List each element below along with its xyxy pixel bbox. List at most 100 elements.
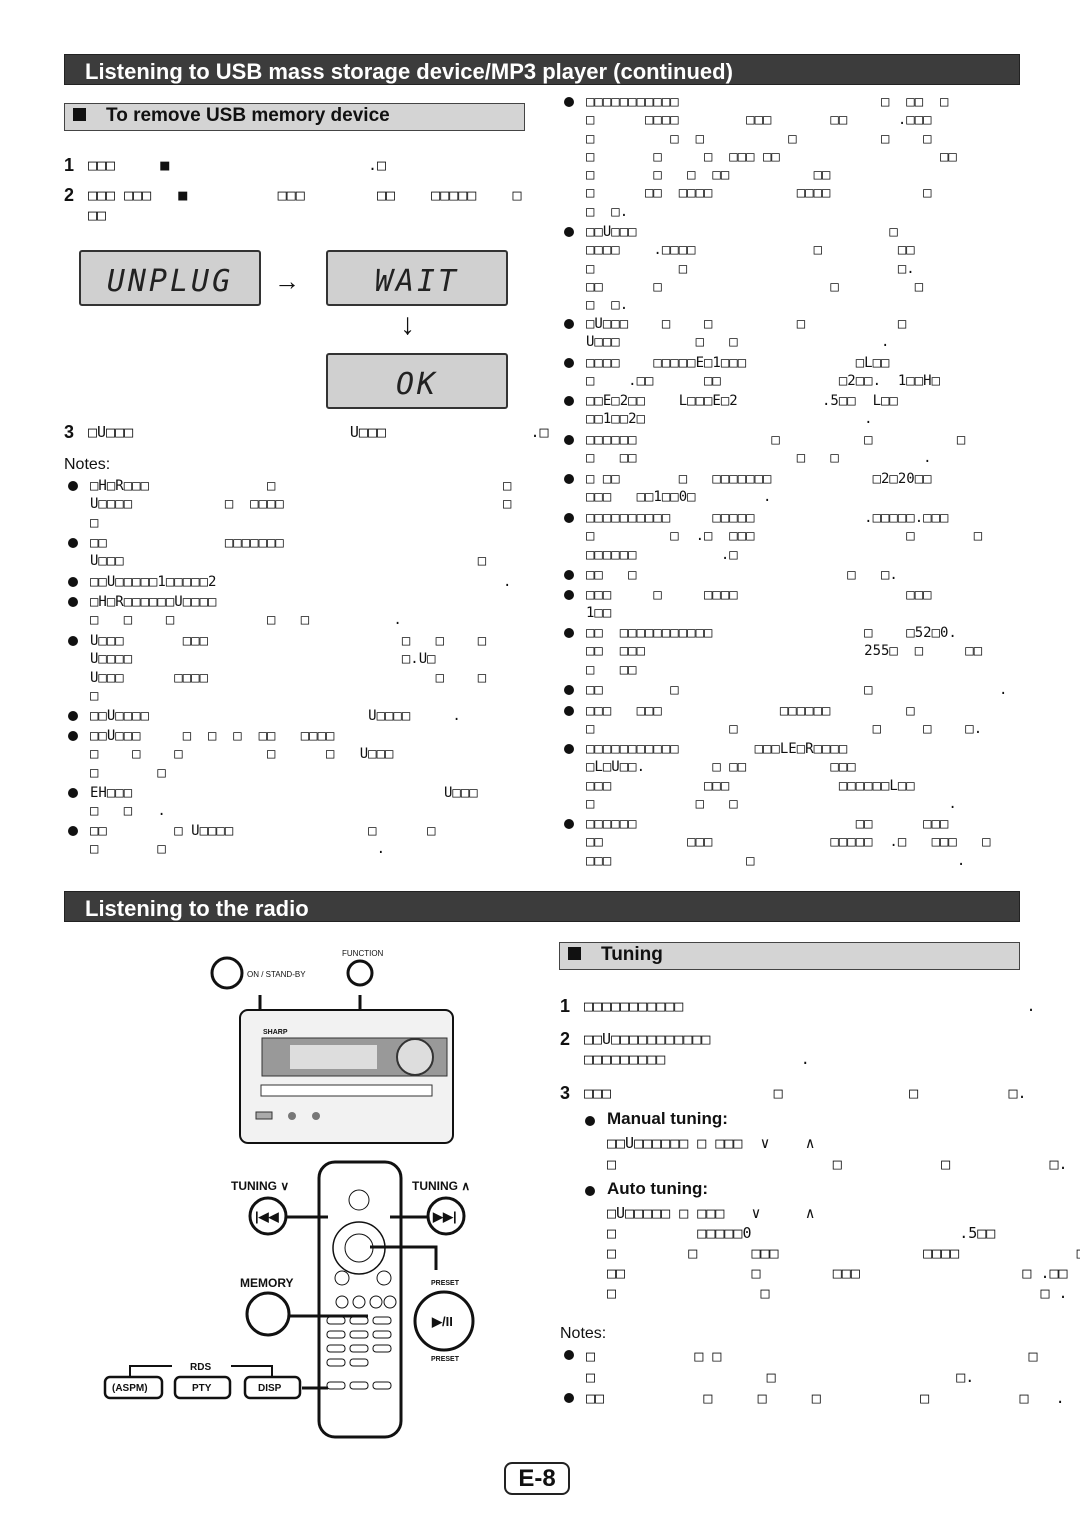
- bullet-icon: [564, 319, 574, 329]
- note-bullet: □□ □□□□□□□□□□□ □ □52□0. □□ □□□ 255□ □ □□ □…: [564, 624, 983, 679]
- manual-tuning-text: □□U□□□□□□ □ □□□ ∨ ∧ □ □ □ □.: [585, 1116, 1068, 1174]
- note-line: □ □ .: [90, 841, 386, 858]
- bullet-icon: [564, 590, 574, 600]
- arrow-down-icon: ↓: [400, 308, 415, 341]
- remote-illustration: [317, 1160, 403, 1439]
- memory-button-illustration: [245, 1291, 291, 1337]
- note-line: □ .□□ □□ □2□□. 1□□H□: [586, 373, 941, 390]
- note-bullet: □□ □□□□□□□ U□□□ □: [68, 534, 487, 571]
- note-line: □ □ □ .: [586, 795, 957, 812]
- radio-notes-label: Notes:: [560, 1325, 607, 1342]
- note-bullet: □□□□□□□□□□□ □ □□ □ □ □□□□ □□□ □□ .□□□ □ □ …: [564, 93, 957, 221]
- note-bullet: □□□□□□ □□ □□□ □□ □□□ □□□□□ .□ □□□ □ □□□ □ …: [564, 815, 991, 870]
- note-bullet: □□U□□□□□1□□□□□2 .: [68, 573, 512, 591]
- note-bullet: U□□□ □□□ □ □ □ U□□□□ □.U□ U□□□ □□□□ □ □ □: [68, 632, 486, 705]
- note-line: □L□U□□. □ □□ □□□: [586, 759, 856, 776]
- note-bullet: □□U□□□ □ □□□□ .□□□□ □ □□ □ □ □. □□ □ □ □ □ □…: [564, 223, 923, 314]
- arrow-right-icon: →: [274, 266, 300, 296]
- note-line: U□□□ □ □ .: [586, 334, 890, 351]
- note-line: □□□□□□□□□□□ □□□LE□R□□□□: [586, 741, 848, 757]
- square-bullet-icon: [568, 947, 581, 960]
- note-line: □□U□□□□ U□□□□ .: [90, 708, 461, 724]
- usb-step-3: 3 □U□□□ U□□□ .□: [64, 422, 549, 442]
- note-line: □□□□ .□□□□ □ □□: [586, 242, 915, 259]
- svg-text:▶▶|: ▶▶|: [432, 1209, 457, 1224]
- note-bullet: □H□R□□□ □ □ U□□□□ □ □□□□ □ □: [68, 477, 512, 532]
- note-bullet: □□□ □ □□□□ □□□ 1□□: [564, 586, 932, 623]
- rds-label: RDS: [190, 1362, 211, 1373]
- bullet-icon: [564, 358, 574, 368]
- radio-section-title: Listening to the radio: [64, 891, 1020, 922]
- bullet-icon: [564, 396, 574, 406]
- bullet-icon: [68, 481, 78, 491]
- note-line: □ □ □ □ □ U□□□: [90, 746, 394, 763]
- bullet-icon: [564, 706, 574, 716]
- disp-label: DISP: [258, 1383, 282, 1394]
- note-line: □□ □ U□□□□ □ □: [90, 823, 436, 839]
- bullet-icon: [564, 513, 574, 523]
- note-line: □: [90, 687, 99, 704]
- bullet-icon: [564, 97, 574, 107]
- note-line: □□□ □□□ □□□□□□ □: [586, 703, 915, 719]
- note-line: □H□R□□□ □ □: [90, 478, 512, 494]
- auto-tuning-label: Auto tuning:: [607, 1179, 709, 1198]
- note-bullet: □□□□□□□□□□□ □□□LE□R□□□□ □L□U□□. □ □□ □□□ □…: [564, 740, 957, 813]
- note-line: □□ □ □ □.: [586, 567, 898, 583]
- note-line: □U□□□ □ □ □ □: [586, 316, 907, 332]
- note-bullet: □□ □ U□□□□ □ □ □ □ .: [68, 822, 436, 859]
- bullet-icon: [68, 636, 78, 646]
- note-bullet: □□□□ □□□□□E□1□□□ □L□□ □ .□□ □□ □2□□. 1□□H…: [564, 354, 941, 391]
- note-line: □ □□ □□□□ □□□□ □: [586, 185, 932, 202]
- note-line: EH□□□ U□□□: [90, 785, 478, 801]
- note-line: □ □ □.: [586, 260, 915, 277]
- note-line: 1□□: [586, 605, 612, 622]
- bullet-icon: [564, 819, 574, 829]
- note-line: □ □ □ □□□ □□ □□: [586, 148, 957, 165]
- on-standby-label: ON / STAND-BY: [247, 970, 306, 979]
- note-line: □□□□□□ □□ □□□: [586, 816, 949, 832]
- note-line: □□□ □□1□□0□ .: [586, 489, 772, 506]
- note-line: □□□□□□ □ □ □: [586, 432, 966, 448]
- memory-label: MEMORY: [240, 1276, 294, 1290]
- note-line: □□U□□□ □: [586, 224, 898, 240]
- tuning-heading: Tuning: [559, 942, 1020, 970]
- note-bullet: □□□□□□ □ □ □ □ □□ □ □ .: [564, 431, 966, 468]
- note-bullet: □□ □ □ .: [564, 681, 1008, 699]
- bullet-icon: [564, 744, 574, 754]
- radio-controls-diagram: ON / STAND-BY FUNCTION SHARP TUNING ∨ TU…: [103, 949, 475, 1439]
- note-bullet: □□U□□□ □ □ □ □□ □□□□ □ □ □ □ □ U□□□ □ □: [68, 727, 394, 782]
- note-bullet: EH□□□ U□□□ □ □ .: [68, 784, 478, 821]
- note-line: □□ □ □ .: [586, 682, 1008, 698]
- note-line: □ □: [90, 764, 166, 781]
- note-line: □ □.: [586, 203, 629, 220]
- bullet-icon: [564, 570, 574, 580]
- auto-tuning-text: □U□□□□□ □ □□□ ∨ ∧ □ □□□□□0 .5□□ □ □ □□□ □□…: [585, 1186, 1080, 1303]
- note-line: □ □.: [586, 297, 629, 314]
- note-line: □□□□ □□□□□E□1□□□ □L□□: [586, 355, 890, 371]
- bullet-icon: [68, 577, 78, 587]
- radio-note: □□ □ □ □ □ □ .: [564, 1389, 1065, 1407]
- note-line: □ □□ □ □ .: [586, 450, 932, 467]
- usb-section-title: Listening to USB mass storage device/MP3…: [64, 54, 1020, 85]
- square-bullet-icon: [73, 108, 86, 121]
- lcd-unplug: UNPLUG: [79, 250, 261, 306]
- note-bullet: □H□R□□□□□□U□□□□ □ □ □ □ □ .: [68, 593, 402, 630]
- note-bullet: □□ □ □ □.: [564, 566, 898, 584]
- note-line: □□ □□□ 255□ □ □□: [586, 643, 983, 660]
- note-line: □□□□□□□□□□ □□□□□ .□□□□□.□□□: [586, 510, 949, 526]
- bullet-icon: [68, 711, 78, 721]
- bullet-icon: [564, 474, 574, 484]
- note-line: U□□□ □: [90, 553, 487, 570]
- note-line: U□□□□ □.U□: [90, 651, 436, 668]
- note-line: □H□R□□□□□□U□□□□: [90, 594, 217, 610]
- tuning-title: Tuning: [601, 944, 663, 965]
- bullet-icon: [68, 597, 78, 607]
- note-line: □□U□□□□□1□□□□□2 .: [90, 574, 512, 590]
- note-line: □ □□: [586, 661, 637, 678]
- note-line: □□ □□□ □□□□□ .□ □□□ □: [586, 834, 991, 851]
- note-line: □□U□□□ □ □ □ □□ □□□□: [90, 728, 335, 744]
- lcd-wait: WAIT: [326, 250, 508, 306]
- radio-step-2: 2 □□U□□□□□□□□□□□ □□□□□□□□□ .: [560, 1029, 810, 1068]
- bullet-icon: [564, 435, 574, 445]
- aspm-label: (ASPM): [112, 1383, 148, 1394]
